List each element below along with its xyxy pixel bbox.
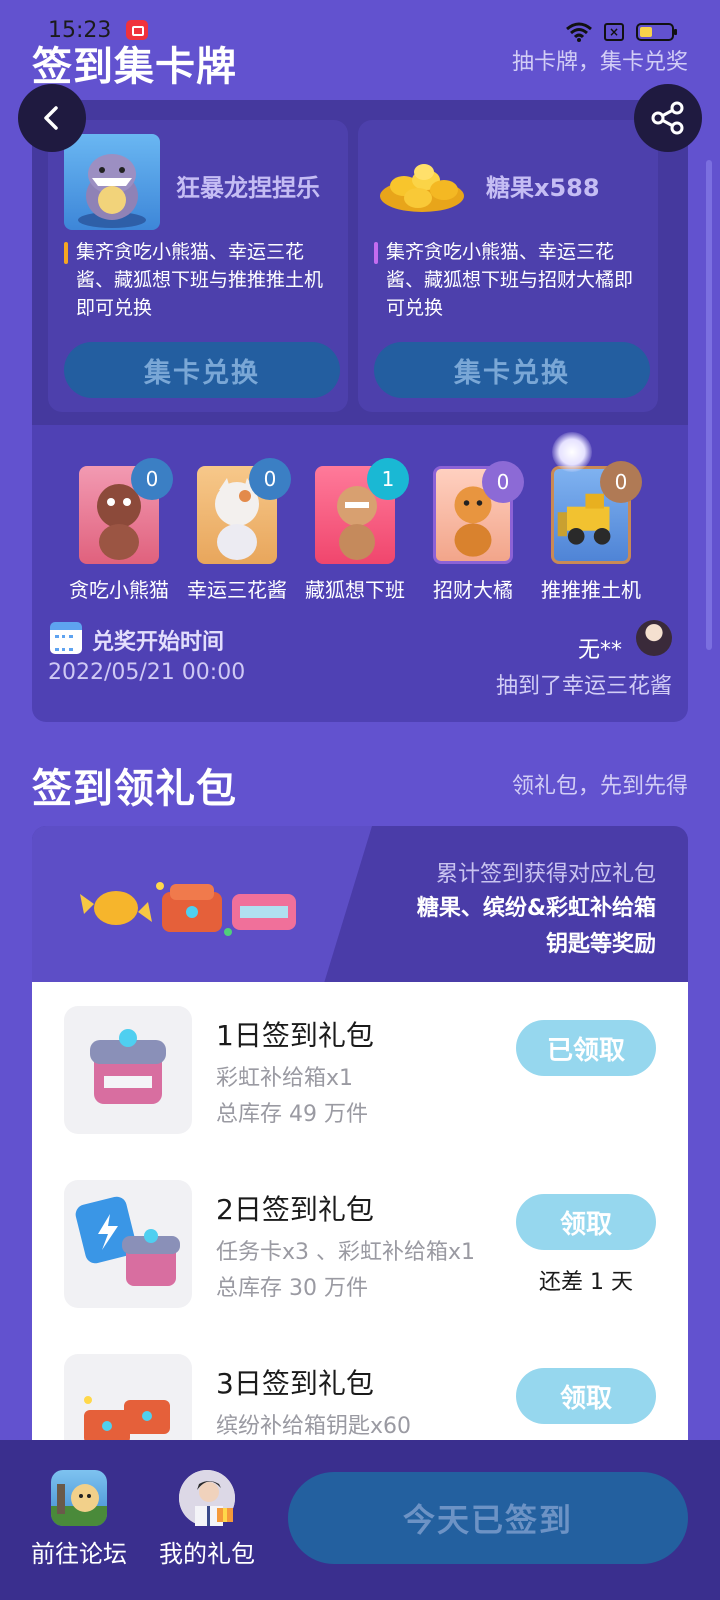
banner-line-1: 累计签到获得对应礼包 bbox=[435, 862, 656, 887]
wifi-icon bbox=[566, 22, 592, 42]
chevron-left-icon bbox=[44, 106, 58, 130]
back-button[interactable] bbox=[18, 84, 86, 152]
redeem-time-value: 2022/05/21 00:00 bbox=[48, 660, 246, 685]
fox-card-image: 1 bbox=[315, 458, 409, 564]
colorful-box-key-image bbox=[64, 1354, 192, 1442]
bulldozer-card-image: 0 bbox=[551, 461, 642, 564]
winner-message: 抽到了幸运三花酱 bbox=[495, 674, 672, 699]
gift-items: 任务卡x3 、彩虹补给箱x1 bbox=[216, 1240, 476, 1265]
panda-card-image: 0 bbox=[79, 458, 173, 564]
banner-line-2: 糖果、缤纷&彩虹补给箱 bbox=[416, 896, 656, 921]
claim-button-day3[interactable]: 领取 bbox=[516, 1368, 656, 1424]
days-remaining-note: 还差 1 天 bbox=[539, 1270, 633, 1295]
dino-toy-image bbox=[64, 134, 160, 230]
scrollbar[interactable] bbox=[706, 160, 712, 650]
card-label: 招财大橘 bbox=[433, 578, 513, 602]
gift-list: 1日签到礼包 彩虹补给箱x1 总库存 49 万件 已领取 2日签到礼包 任务卡x… bbox=[32, 982, 688, 1442]
share-icon bbox=[651, 101, 684, 135]
reward-description: 集齐贪吃小熊猫、幸运三花酱、藏狐想下班与推推推土机即可兑换 bbox=[64, 238, 340, 322]
gift-stock: 总库存 49 万件 bbox=[216, 1102, 368, 1127]
gift-title: 3日签到礼包 bbox=[216, 1367, 374, 1400]
reward-name: 狂暴龙捏捏乐 bbox=[176, 174, 320, 202]
banner-line-3: 钥匙等奖励 bbox=[545, 932, 656, 957]
reward-description: 集齐贪吃小熊猫、幸运三花酱、藏狐想下班与招财大橘即可兑换 bbox=[374, 238, 650, 322]
gift-items: 彩虹补给箱x1 bbox=[216, 1066, 354, 1091]
my-gifts-nav-button[interactable]: 我的礼包 bbox=[152, 1470, 262, 1569]
battery-icon bbox=[636, 23, 677, 41]
card-count-badge: 0 bbox=[482, 461, 524, 503]
candy-pile-image bbox=[374, 134, 470, 230]
task-card-box-image bbox=[64, 1180, 192, 1308]
gift-section-subtitle: 领礼包，先到先得 bbox=[511, 774, 688, 799]
forum-label: 前往论坛 bbox=[31, 1540, 127, 1568]
winner-name: 无** bbox=[577, 638, 622, 663]
gift-title: 1日签到礼包 bbox=[216, 1019, 374, 1052]
my-gifts-label: 我的礼包 bbox=[159, 1540, 255, 1568]
reward-card-dino: 狂暴龙捏捏乐 集齐贪吃小熊猫、幸运三花酱、藏狐想下班与推推推土机即可兑换 集卡兑… bbox=[48, 120, 348, 412]
gift-rewards-icon bbox=[80, 882, 296, 936]
bottom-bar: 前往论坛 我的礼包 今天已签到 bbox=[0, 1440, 720, 1600]
card-item-fox[interactable]: 1 藏狐想下班 bbox=[296, 458, 414, 603]
calendar-icon bbox=[50, 622, 82, 654]
exchange-button-candy[interactable]: 集卡兑换 bbox=[374, 342, 650, 398]
card-item-bulldozer[interactable]: 0 推推推土机 bbox=[532, 461, 650, 603]
sparkle-decoration bbox=[552, 432, 592, 472]
rainbow-box-image bbox=[64, 1006, 192, 1134]
reward-name: 糖果x588 bbox=[486, 174, 600, 202]
collect-section-title: 签到集卡牌 bbox=[32, 44, 237, 90]
gift-items: 缤纷补给箱钥匙x60 bbox=[216, 1414, 412, 1439]
checkin-button[interactable]: 今天已签到 bbox=[288, 1472, 688, 1564]
reward-card-candy: 糖果x588 集齐贪吃小熊猫、幸运三花酱、藏狐想下班与招财大橘即可兑换 集卡兑换 bbox=[358, 120, 658, 412]
card-label: 贪吃小熊猫 bbox=[69, 578, 169, 602]
gift-title: 2日签到礼包 bbox=[216, 1193, 374, 1226]
my-gifts-avatar bbox=[179, 1470, 235, 1526]
gift-row-day1: 1日签到礼包 彩虹补给箱x1 总库存 49 万件 已领取 bbox=[32, 982, 688, 1142]
share-button[interactable] bbox=[634, 84, 702, 152]
gift-row-day3: 3日签到礼包 缤纷补给箱钥匙x60 领取 bbox=[32, 1330, 688, 1442]
gift-stock: 总库存 30 万件 bbox=[216, 1276, 368, 1301]
card-label: 推推推土机 bbox=[541, 578, 641, 602]
card-count-badge: 0 bbox=[131, 458, 173, 500]
gift-row-day2: 2日签到礼包 任务卡x3 、彩虹补给箱x1 总库存 30 万件 领取 还差 1 … bbox=[32, 1156, 688, 1316]
claim-button-day2[interactable]: 领取 bbox=[516, 1194, 656, 1250]
winner-avatar bbox=[636, 620, 672, 656]
collect-section-subtitle: 抽卡牌，集卡兑奖 bbox=[511, 50, 688, 75]
card-item-orange-cat[interactable]: 0 招财大橘 bbox=[414, 461, 532, 603]
card-count-badge: 0 bbox=[600, 461, 642, 503]
forum-nav-button[interactable]: 前往论坛 bbox=[24, 1470, 134, 1569]
card-count-badge: 1 bbox=[367, 458, 409, 500]
card-item-calico[interactable]: 0 幸运三花酱 bbox=[178, 458, 296, 603]
orange-cat-card-image: 0 bbox=[433, 461, 524, 564]
exchange-button-dino[interactable]: 集卡兑换 bbox=[64, 342, 340, 398]
card-item-panda[interactable]: 0 贪吃小熊猫 bbox=[60, 458, 178, 603]
gift-banner: 累计签到获得对应礼包 糖果、缤纷&彩虹补给箱 钥匙等奖励 bbox=[32, 826, 688, 982]
redeem-time-label: 兑奖开始时间 bbox=[92, 630, 225, 655]
card-label: 藏狐想下班 bbox=[305, 578, 405, 602]
forum-app-icon bbox=[51, 1470, 107, 1526]
card-collect-panel: 狂暴龙捏捏乐 集齐贪吃小熊猫、幸运三花酱、藏狐想下班与推推推土机即可兑换 集卡兑… bbox=[32, 100, 688, 722]
claimed-button[interactable]: 已领取 bbox=[516, 1020, 656, 1076]
calico-card-image: 0 bbox=[197, 458, 291, 564]
card-label: 幸运三花酱 bbox=[187, 578, 287, 602]
no-sim-icon: × bbox=[604, 23, 624, 41]
gift-section-title: 签到领礼包 bbox=[32, 766, 237, 812]
card-count-badge: 0 bbox=[249, 458, 291, 500]
